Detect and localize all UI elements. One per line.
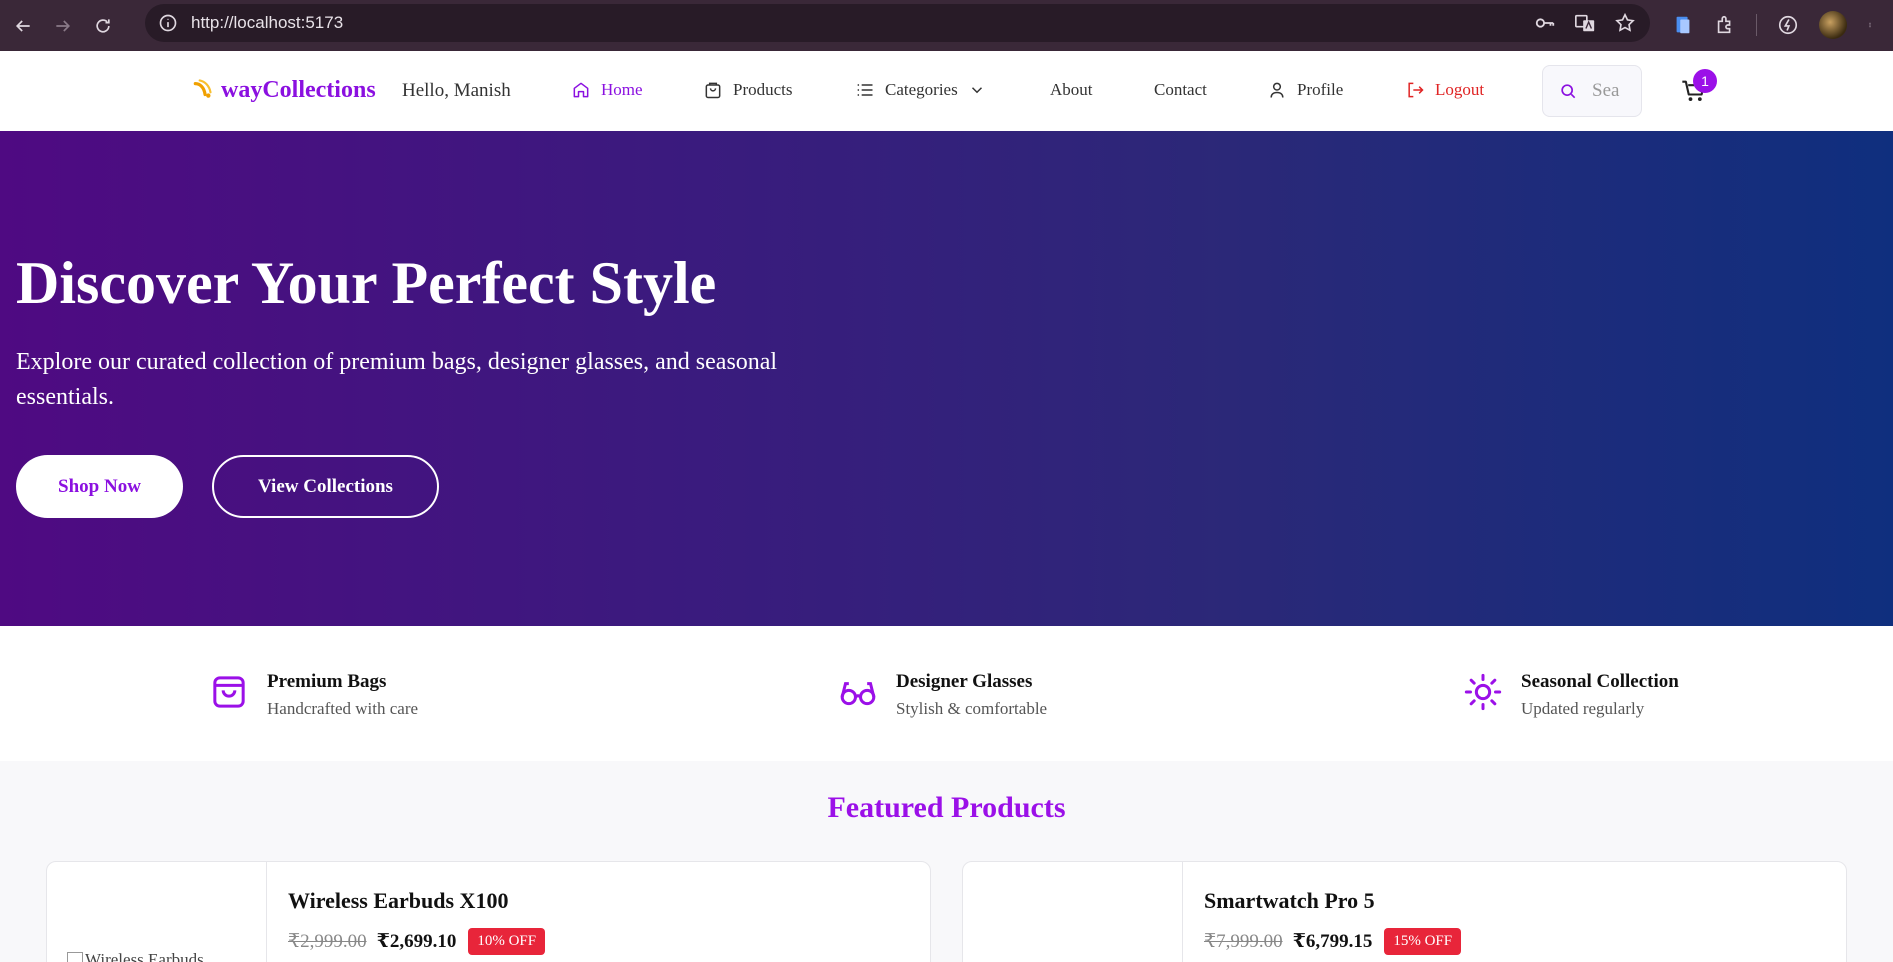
product-title[interactable]: Smartwatch Pro 5 bbox=[1204, 888, 1375, 914]
sale-price: ₹6,799.15 bbox=[1292, 931, 1373, 952]
nav-categories-label: Categories bbox=[885, 80, 958, 99]
feature-seasonal-collection: Seasonal Collection Updated regularly bbox=[1463, 671, 1679, 719]
reload-button[interactable] bbox=[86, 9, 120, 43]
search-input[interactable]: Sea bbox=[1542, 65, 1642, 117]
original-price: ₹2,999.00 bbox=[288, 931, 367, 952]
price-row: ₹7,999.00 ₹6,799.15 15% OFF bbox=[1204, 928, 1462, 955]
discount-badge: 15% OFF bbox=[1384, 928, 1462, 955]
bag-icon bbox=[213, 676, 245, 708]
product-title[interactable]: Wireless Earbuds X100 bbox=[288, 888, 508, 914]
list-icon bbox=[857, 84, 873, 96]
feature-subtitle: Stylish & comfortable bbox=[896, 699, 1048, 718]
logo-icon bbox=[191, 75, 217, 106]
broken-image-alt: Wireless Earbuds bbox=[67, 950, 204, 962]
feature-designer-glasses: Designer Glasses Stylish & comfortable bbox=[838, 671, 1047, 719]
brand-logo-link[interactable]: wayCollections bbox=[191, 75, 376, 106]
performance-icon[interactable] bbox=[1777, 14, 1799, 36]
nav-logout-label: Logout bbox=[1435, 80, 1485, 99]
product-card[interactable]: Wireless Earbuds Wireless Earbuds X100 ₹… bbox=[46, 861, 931, 962]
product-image[interactable]: Wireless Earbuds bbox=[47, 862, 267, 962]
address-bar[interactable]: http://localhost:5173 bbox=[145, 4, 1650, 42]
more-menu-icon[interactable] bbox=[1867, 14, 1873, 36]
product-image[interactable] bbox=[963, 862, 1183, 962]
featured-products-section: Featured Products Wireless Earbuds Wirel… bbox=[0, 761, 1893, 962]
feature-subtitle: Handcrafted with care bbox=[267, 699, 419, 718]
nav-contact-label: Contact bbox=[1154, 80, 1207, 99]
nav-about-label: About bbox=[1050, 80, 1093, 99]
star-icon[interactable] bbox=[1614, 12, 1636, 34]
search-placeholder: Sea bbox=[1592, 80, 1620, 101]
nav-logout[interactable]: Logout bbox=[1405, 80, 1484, 100]
extension-docs-icon[interactable] bbox=[1672, 14, 1694, 36]
nav-categories[interactable]: Categories bbox=[855, 80, 986, 100]
broken-image-icon bbox=[67, 952, 83, 962]
site-info-icon[interactable] bbox=[157, 12, 179, 34]
hero-banner: Discover Your Perfect Style Explore our … bbox=[0, 131, 1893, 626]
translate-icon[interactable] bbox=[1574, 12, 1596, 34]
nav-profile[interactable]: Profile bbox=[1267, 80, 1343, 100]
original-price: ₹7,999.00 bbox=[1204, 931, 1283, 952]
user-greeting: Hello, Manish bbox=[402, 80, 511, 101]
url-text[interactable]: http://localhost:5173 bbox=[191, 13, 343, 33]
profile-avatar[interactable] bbox=[1819, 11, 1847, 39]
key-icon[interactable] bbox=[1534, 12, 1556, 34]
view-collections-button[interactable]: View Collections bbox=[212, 455, 439, 518]
toolbar-divider bbox=[1756, 14, 1757, 36]
nav-contact[interactable]: Contact bbox=[1154, 80, 1207, 100]
feature-title: Premium Bags bbox=[267, 671, 387, 692]
shopping-bag-icon bbox=[705, 82, 721, 99]
feature-premium-bags: Premium Bags Handcrafted with care bbox=[209, 671, 418, 719]
hero-title: Discover Your Perfect Style bbox=[16, 250, 717, 316]
sun-icon bbox=[1464, 673, 1502, 711]
hero-subtitle: Explore our curated collection of premiu… bbox=[16, 349, 778, 410]
glasses-icon bbox=[840, 682, 876, 706]
user-icon bbox=[1270, 82, 1284, 98]
sale-price: ₹2,699.10 bbox=[376, 931, 457, 952]
nav-profile-label: Profile bbox=[1297, 80, 1344, 99]
cart-count-badge: 1 bbox=[1693, 69, 1717, 93]
extensions-puzzle-icon[interactable] bbox=[1714, 14, 1736, 36]
section-heading: Featured Products bbox=[827, 791, 1066, 824]
feature-title: Designer Glasses bbox=[896, 671, 1033, 692]
arrow-left-icon bbox=[15, 19, 30, 32]
back-button[interactable] bbox=[6, 9, 40, 43]
nav-about[interactable]: About bbox=[1050, 80, 1093, 100]
chevron-down-icon bbox=[971, 87, 982, 94]
features-strip: Premium Bags Handcrafted with care Desig… bbox=[0, 626, 1893, 761]
forward-button[interactable] bbox=[46, 9, 80, 43]
discount-badge: 10% OFF bbox=[468, 928, 546, 955]
nav-home-label: Home bbox=[601, 80, 643, 99]
shop-now-button[interactable]: Shop Now bbox=[16, 455, 183, 518]
nav-products[interactable]: Products bbox=[703, 80, 793, 100]
image-alt-text: Wireless Earbuds bbox=[85, 950, 204, 962]
brand-name: wayCollections bbox=[221, 77, 376, 103]
product-card[interactable]: Smartwatch Pro 5 ₹7,999.00 ₹6,799.15 15%… bbox=[962, 861, 1847, 962]
logout-icon bbox=[1408, 82, 1424, 98]
feature-title: Seasonal Collection bbox=[1521, 671, 1679, 692]
browser-toolbar: http://localhost:5173 bbox=[0, 0, 1893, 51]
price-row: ₹2,999.00 ₹2,699.10 10% OFF bbox=[288, 928, 546, 955]
nav-products-label: Products bbox=[733, 80, 793, 99]
search-icon bbox=[1561, 84, 1576, 99]
reload-icon bbox=[96, 18, 110, 33]
feature-subtitle: Updated regularly bbox=[1521, 699, 1645, 718]
arrow-right-icon bbox=[56, 19, 71, 32]
site-navbar: wayCollections Hello, Manish Home Produc… bbox=[0, 51, 1893, 131]
home-icon bbox=[573, 82, 589, 98]
nav-home[interactable]: Home bbox=[571, 80, 643, 100]
